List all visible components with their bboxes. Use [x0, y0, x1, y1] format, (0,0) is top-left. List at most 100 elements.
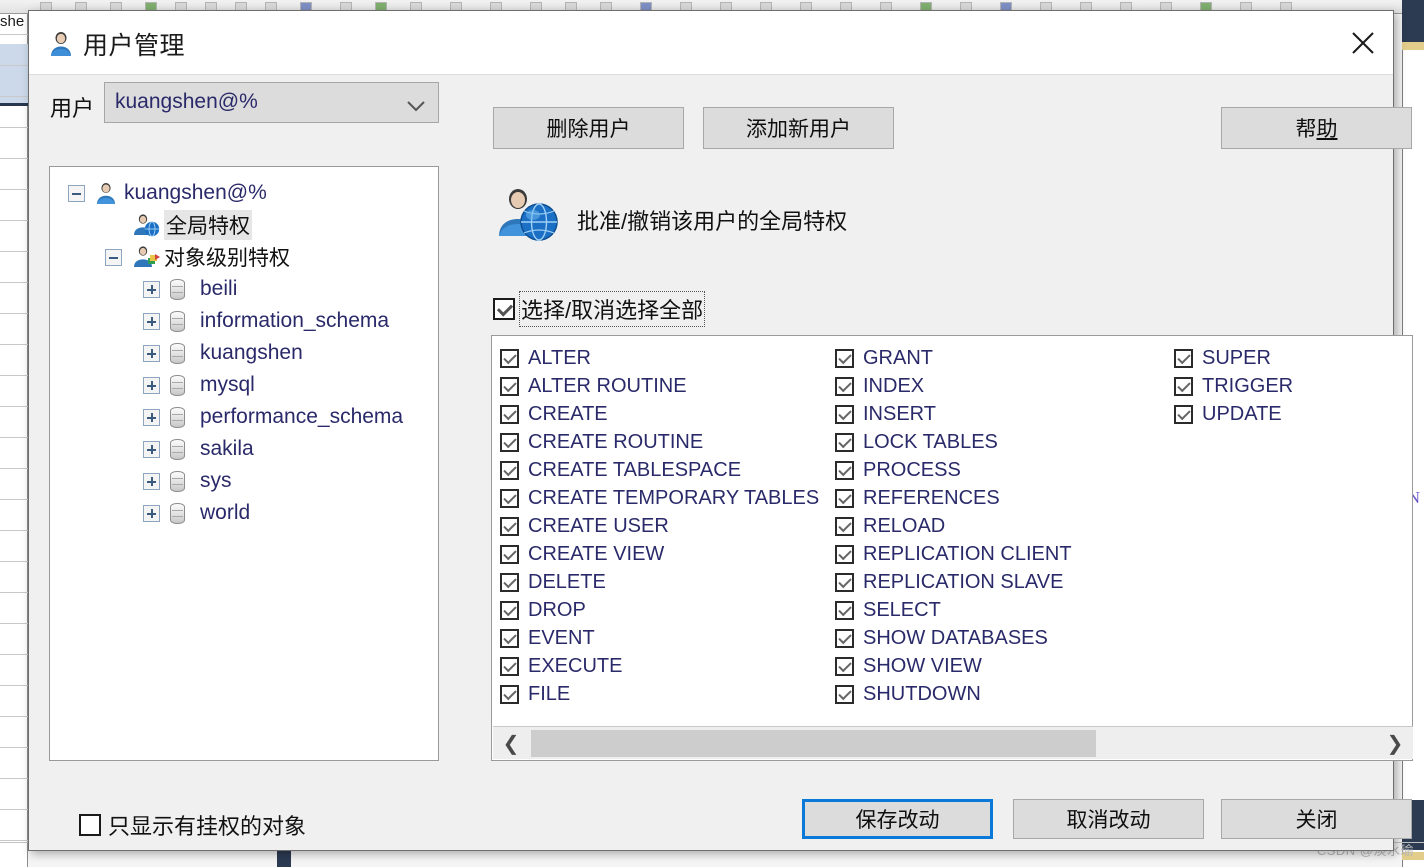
tree-node-global[interactable]: 全局特权	[50, 209, 438, 241]
expand-icon[interactable]	[143, 408, 160, 426]
privilege-tree[interactable]: kuangshen@% 全局特权 对象级别特权 beili information_sc…	[49, 166, 439, 761]
privilege-checkbox[interactable]: SELECT	[835, 596, 1072, 624]
scroll-left-icon[interactable]: ❮	[497, 727, 525, 759]
privilege-checkbox[interactable]: INSERT	[835, 400, 1072, 428]
privilege-checkbox[interactable]: TRIGGER	[1174, 372, 1293, 400]
privilege-checkbox[interactable]: PROCESS	[835, 456, 1072, 484]
close-icon[interactable]	[1333, 11, 1393, 74]
right-panel-accent-top	[1402, 42, 1424, 50]
privilege-checkbox-box	[1174, 376, 1193, 396]
tree-node-schema[interactable]: world	[50, 497, 438, 529]
user-select[interactable]: kuangshen@%	[104, 82, 439, 123]
close-button[interactable]: 关闭	[1221, 799, 1412, 839]
privilege-checkbox[interactable]: CREATE TEMPORARY TABLES	[500, 484, 819, 512]
privilege-label: REFERENCES	[863, 486, 1000, 509]
privilege-checkbox[interactable]: DELETE	[500, 568, 819, 596]
left-panel-row	[0, 220, 28, 221]
privilege-checkbox-box	[835, 572, 854, 592]
privilege-checkbox[interactable]: UPDATE	[1174, 400, 1293, 428]
privilege-checkbox-box	[500, 656, 519, 676]
privilege-checkbox[interactable]: INDEX	[835, 372, 1072, 400]
privilege-checkbox[interactable]: CREATE TABLESPACE	[500, 456, 819, 484]
horizontal-scrollbar[interactable]: ❮ ❯	[493, 726, 1413, 759]
help-button[interactable]: 帮助	[1221, 107, 1412, 149]
scrollbar-thumb[interactable]	[531, 730, 1096, 757]
privilege-checkbox-box	[500, 404, 519, 424]
tree-node-label: information_schema	[200, 309, 390, 332]
privilege-checkbox[interactable]: ALTER ROUTINE	[500, 372, 819, 400]
privilege-checkbox[interactable]: EVENT	[500, 624, 819, 652]
privilege-checkbox[interactable]: CREATE USER	[500, 512, 819, 540]
left-panel-row	[0, 34, 28, 35]
left-panel-row	[0, 189, 28, 190]
privilege-checkbox-box	[500, 460, 519, 480]
privilege-checkbox[interactable]: SHOW VIEW	[835, 652, 1072, 680]
expand-icon[interactable]	[143, 312, 160, 330]
left-panel-row	[0, 282, 28, 283]
privilege-checkbox[interactable]: ALTER	[500, 344, 819, 372]
privilege-checkbox[interactable]: RELOAD	[835, 512, 1072, 540]
privilege-checkbox[interactable]: GRANT	[835, 344, 1072, 372]
dialog-title: 用户管理	[83, 32, 186, 60]
privilege-checkbox-box	[835, 684, 854, 704]
privilege-label: CREATE USER	[528, 514, 669, 537]
add-user-button[interactable]: 添加新用户	[703, 107, 894, 149]
expand-icon[interactable]	[143, 344, 160, 362]
tree-node-label: world	[200, 501, 251, 524]
privileges-column-3: SUPER TRIGGER UPDATE	[1174, 344, 1293, 428]
privilege-checkbox[interactable]: LOCK TABLES	[835, 428, 1072, 456]
expand-icon[interactable]	[143, 280, 160, 298]
tree-node-schema[interactable]: sys	[50, 465, 438, 497]
collapse-icon[interactable]	[68, 184, 85, 202]
privilege-checkbox[interactable]: FILE	[500, 680, 819, 708]
tree-node-schema[interactable]: performance_schema	[50, 401, 438, 433]
tree-node-label: 全局特权	[164, 210, 252, 240]
tree-node-user[interactable]: kuangshen@%	[50, 177, 438, 209]
privilege-label: EVENT	[528, 626, 595, 649]
privilege-checkbox[interactable]: CREATE	[500, 400, 819, 428]
cancel-button[interactable]: 取消改动	[1013, 799, 1204, 839]
left-panel-row	[0, 158, 28, 159]
left-panel-row	[0, 65, 28, 66]
save-button[interactable]: 保存改动	[802, 799, 993, 839]
tree-node-schema[interactable]: beili	[50, 273, 438, 305]
privilege-checkbox[interactable]: REPLICATION CLIENT	[835, 540, 1072, 568]
privilege-checkbox[interactable]: DROP	[500, 596, 819, 624]
collapse-icon[interactable]	[105, 248, 122, 266]
expand-icon[interactable]	[143, 504, 160, 522]
tree-node-schema[interactable]: mysql	[50, 369, 438, 401]
privilege-checkbox-box	[835, 348, 854, 368]
pane-title: 批准/撤销该用户的全局特权	[577, 209, 848, 234]
tree-node-schema[interactable]: information_schema	[50, 305, 438, 337]
delete-user-button[interactable]: 删除用户	[493, 107, 684, 149]
expand-icon[interactable]	[143, 472, 160, 490]
tree-node-schema[interactable]: kuangshen	[50, 337, 438, 369]
privilege-checkbox-box	[1174, 404, 1193, 424]
tree-node-schema[interactable]: sakila	[50, 433, 438, 465]
left-panel-row	[0, 654, 28, 655]
dialog-titlebar: 用户管理	[29, 11, 1393, 75]
privilege-checkbox[interactable]: SHOW DATABASES	[835, 624, 1072, 652]
privilege-label: DROP	[528, 598, 586, 621]
select-all-label: 选择/取消选择全部	[518, 291, 706, 327]
privilege-checkbox[interactable]: CREATE VIEW	[500, 540, 819, 568]
user-objects-icon	[132, 245, 160, 269]
privilege-checkbox[interactable]: SUPER	[1174, 344, 1293, 372]
privilege-checkbox[interactable]: EXECUTE	[500, 652, 819, 680]
privilege-label: FILE	[528, 682, 571, 705]
scroll-right-icon[interactable]: ❯	[1381, 727, 1409, 759]
expand-icon[interactable]	[143, 440, 160, 458]
privilege-checkbox[interactable]: CREATE ROUTINE	[500, 428, 819, 456]
privilege-checkbox[interactable]: REPLICATION SLAVE	[835, 568, 1072, 596]
privilege-checkbox[interactable]: SHUTDOWN	[835, 680, 1072, 708]
privilege-checkbox[interactable]: REFERENCES	[835, 484, 1072, 512]
tree-node-object[interactable]: 对象级别特权	[50, 241, 438, 273]
show-only-granted-checkbox[interactable]: 只显示有挂权的对象	[79, 809, 306, 841]
privilege-label: CREATE	[528, 402, 608, 425]
select-all-checkbox[interactable]: 选择/取消选择全部	[493, 291, 706, 327]
user-icon	[94, 181, 118, 205]
privilege-checkbox-box	[835, 628, 854, 648]
privilege-checkbox-box	[500, 600, 519, 620]
privilege-label: SHOW DATABASES	[863, 626, 1048, 649]
expand-icon[interactable]	[143, 376, 160, 394]
